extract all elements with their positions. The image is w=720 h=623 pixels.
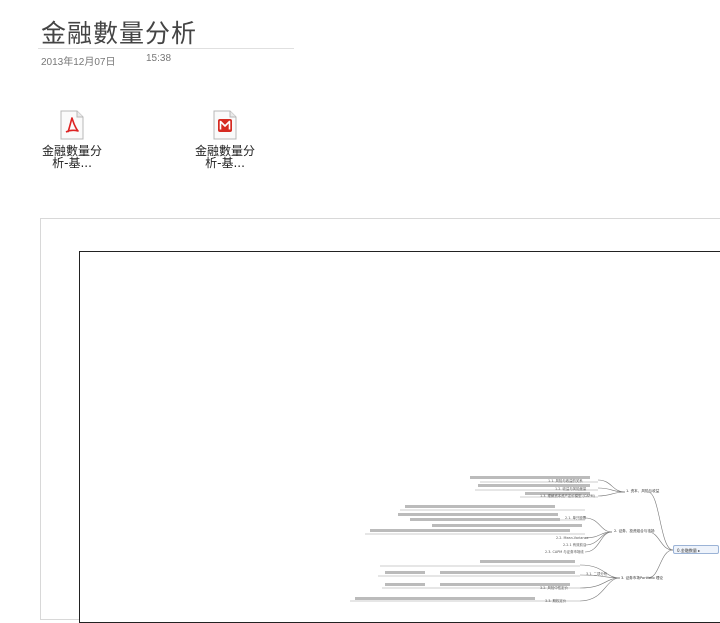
- mindmap-node: 3.3. 期权定价: [545, 599, 567, 603]
- mindmap-node: 1.2. 收益与风险度量: [555, 487, 587, 491]
- mindmap-node: 2.2. Mean-Variance: [556, 536, 589, 540]
- mindmap-node: 1.1. 风险与收益的关系: [548, 479, 583, 483]
- mindmap-connectors: [350, 476, 674, 602]
- mindmap-node: 2.1. 单只股票: [565, 516, 587, 520]
- mindmap-node: 3.2. 风险中性定价: [540, 586, 568, 590]
- mindmap-root-node: 0.金融数量 ▸: [673, 545, 719, 554]
- mindmap-branch: 2. 证券、投资组合与市场: [614, 529, 655, 533]
- mindmap-node: 2.2.1 有效前沿: [563, 543, 587, 547]
- mindmap-node: 3.1. 二项分布: [586, 572, 608, 576]
- mindmap-node: 2.3. CAPM 与证券市场线: [545, 550, 584, 554]
- mindmap-branch: 3. 证券市场Portfolio 理论: [621, 576, 664, 580]
- mindmap-node: 1.3. 理解资本资产定价模型 (CAPM): [540, 494, 595, 498]
- mindmap-branch: 1. 资本、风险与收益: [626, 489, 660, 493]
